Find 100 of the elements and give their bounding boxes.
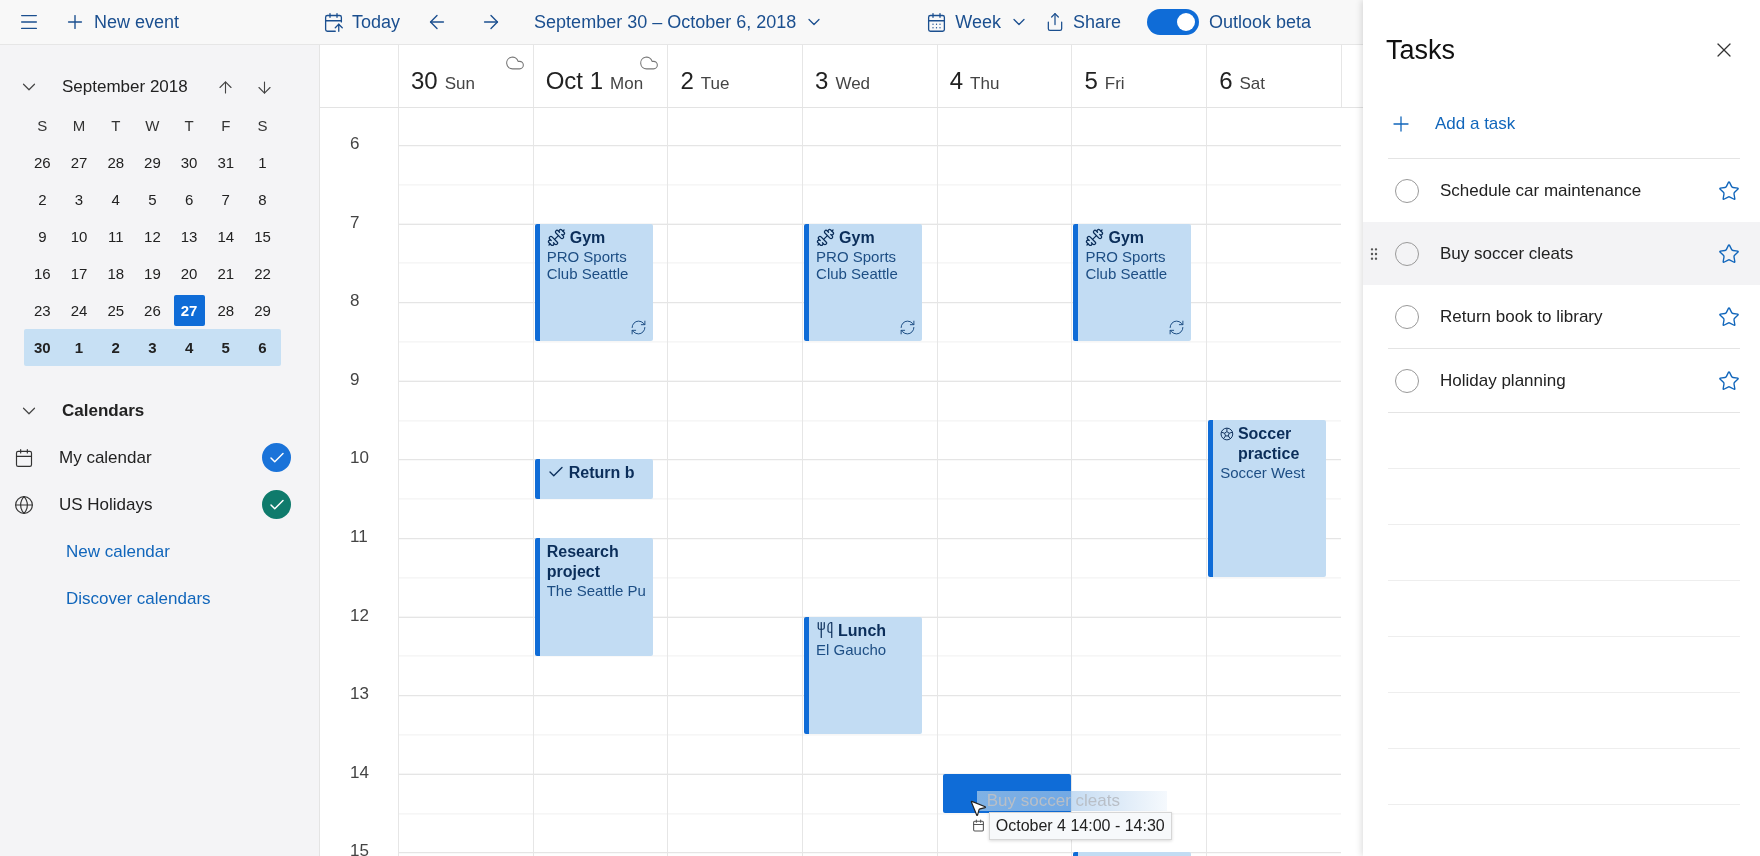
day-number: 2 xyxy=(680,67,694,95)
mini-calendar-day[interactable]: 11 xyxy=(100,221,132,252)
hour-label: 9 xyxy=(350,369,360,390)
calendar-event[interactable]: Return b xyxy=(534,459,653,499)
calendar-icon xyxy=(971,819,985,833)
mini-calendar-day[interactable]: 17 xyxy=(63,258,95,289)
drag-block[interactable] xyxy=(942,773,1071,814)
mini-calendar-day[interactable]: 22 xyxy=(246,258,278,289)
hour-label: 10 xyxy=(350,448,369,469)
mini-calendar-day[interactable]: 4 xyxy=(100,184,132,215)
today-button[interactable]: Today xyxy=(315,5,409,39)
hour-label: 13 xyxy=(350,684,369,705)
beta-toggle[interactable] xyxy=(1147,9,1199,35)
weekday-label: T xyxy=(183,117,195,134)
mini-calendar-day[interactable]: 4 xyxy=(173,332,205,363)
mini-calendar-day[interactable]: 2 xyxy=(26,184,58,215)
calendar-checkbox[interactable] xyxy=(262,490,291,519)
globe-icon xyxy=(14,494,34,515)
event-title: Gym xyxy=(546,227,647,248)
mini-calendar-day[interactable]: 31 xyxy=(210,147,242,178)
day-number: 30 xyxy=(411,67,438,95)
hour-label: 8 xyxy=(350,291,360,312)
calendar-link[interactable]: Discover calendars xyxy=(66,575,211,622)
mini-calendar-day[interactable]: 18 xyxy=(100,258,132,289)
day-number: 3 xyxy=(815,67,829,95)
event-location: The Seattle Pu xyxy=(546,582,647,599)
mini-calendar-day[interactable]: 5 xyxy=(210,332,242,363)
weekday-label: S xyxy=(36,117,49,134)
mini-calendar-day[interactable]: 26 xyxy=(26,147,58,178)
day-number: 5 xyxy=(1084,67,1098,95)
new-event-button[interactable]: New event xyxy=(56,5,188,39)
mini-calendar-day[interactable]: 30 xyxy=(26,332,58,363)
day-name: Sat xyxy=(1239,74,1265,94)
mini-calendar-day[interactable]: 6 xyxy=(173,184,205,215)
star-icon[interactable] xyxy=(1718,305,1740,328)
day-number: Oct 1 xyxy=(545,67,604,95)
mini-calendar-day[interactable]: 27 xyxy=(173,295,205,326)
event-location: El Gaucho xyxy=(816,640,888,658)
mini-calendar-day[interactable]: 15 xyxy=(246,221,278,252)
mini-calendar-day[interactable]: 21 xyxy=(210,258,242,289)
hour-label: 11 xyxy=(350,526,368,547)
mini-calendar-day[interactable]: 25 xyxy=(100,295,132,326)
hovered-task-row[interactable]: Buy soccer cleats xyxy=(1363,222,1760,285)
mini-calendar-day[interactable]: 26 xyxy=(136,295,168,326)
mini-calendar-day[interactable]: 7 xyxy=(210,184,242,215)
mini-calendar-day[interactable]: 27 xyxy=(63,147,95,178)
calendar-icon xyxy=(14,447,34,468)
dumbbell-icon xyxy=(816,227,836,247)
calendar-event[interactable]: Research project The Seattle Pu xyxy=(534,538,653,656)
mini-calendar-day[interactable]: 16 xyxy=(26,258,58,289)
event-title: Lunch xyxy=(816,620,917,641)
hour-label: 12 xyxy=(350,605,369,626)
calendar-link[interactable]: New calendar xyxy=(66,528,170,575)
mini-calendar-day[interactable]: 28 xyxy=(100,147,132,178)
mini-calendar-day[interactable]: 2 xyxy=(100,332,132,363)
section-title: Calendars xyxy=(62,401,145,421)
mini-calendar-day[interactable]: 23 xyxy=(26,295,58,326)
day-name: Sun xyxy=(444,74,475,94)
calendar-event[interactable]: Soccer practice Soccer West xyxy=(1208,420,1327,578)
mini-calendar-day[interactable]: 20 xyxy=(173,258,205,289)
mini-calendar-day[interactable]: 1 xyxy=(63,332,95,363)
mini-calendar-day[interactable]: 29 xyxy=(246,295,278,326)
dumbbell-icon xyxy=(1085,227,1105,247)
mini-calendar-day[interactable]: 3 xyxy=(63,184,95,215)
star-icon[interactable] xyxy=(1718,242,1740,265)
mini-calendar-day[interactable]: 8 xyxy=(246,184,278,215)
date-range-dropdown[interactable]: September 30 – October 6, 2018 xyxy=(526,5,833,39)
mini-calendar-day[interactable]: 28 xyxy=(210,295,242,326)
event-title: Gym xyxy=(1085,227,1186,248)
mini-calendar-day[interactable]: 24 xyxy=(63,295,95,326)
add-task-button[interactable]: Add a task xyxy=(1386,112,1516,136)
task-title: Schedule car maintenance xyxy=(1440,180,1643,201)
mini-calendar-day[interactable]: 12 xyxy=(136,221,168,252)
star-icon[interactable] xyxy=(1718,179,1740,202)
share-button[interactable]: Share xyxy=(1036,5,1129,39)
mini-calendar-day[interactable]: 10 xyxy=(63,221,95,252)
star-icon[interactable] xyxy=(1718,369,1740,392)
mini-calendar-day[interactable]: 29 xyxy=(136,147,168,178)
mini-calendar-day[interactable]: 30 xyxy=(173,147,205,178)
mini-calendar-day[interactable]: 9 xyxy=(26,221,58,252)
mini-calendar-day[interactable]: 5 xyxy=(136,184,168,215)
calendar-event[interactable]: Gym PRO Sports Club Seattle xyxy=(1073,223,1192,342)
calendar-event[interactable]: Lunch El Gaucho xyxy=(804,616,923,735)
weekday-label: F xyxy=(220,117,232,134)
mini-calendar-day[interactable]: 19 xyxy=(136,258,168,289)
calendar-name: My calendar xyxy=(59,447,153,468)
hour-label: 7 xyxy=(350,212,360,233)
event-title: Soccer practice xyxy=(1220,424,1321,465)
calendar-event[interactable]: Gym PRO Sports Club Seattle xyxy=(534,223,653,342)
calendar-checkbox[interactable] xyxy=(262,443,291,472)
calendar-event[interactable]: Gym PRO Sports Club Seattle xyxy=(804,223,923,342)
mini-calendar-day[interactable]: 13 xyxy=(173,221,205,252)
view-dropdown[interactable]: Week xyxy=(918,5,1037,39)
day-name: Mon xyxy=(610,74,644,94)
weekday-label: W xyxy=(144,117,161,134)
day-name: Tue xyxy=(700,74,730,94)
mini-calendar-day[interactable]: 3 xyxy=(136,332,168,363)
mini-calendar-day[interactable]: 1 xyxy=(246,147,278,178)
mini-calendar-day[interactable]: 6 xyxy=(246,332,278,363)
mini-calendar-day[interactable]: 14 xyxy=(210,221,242,252)
